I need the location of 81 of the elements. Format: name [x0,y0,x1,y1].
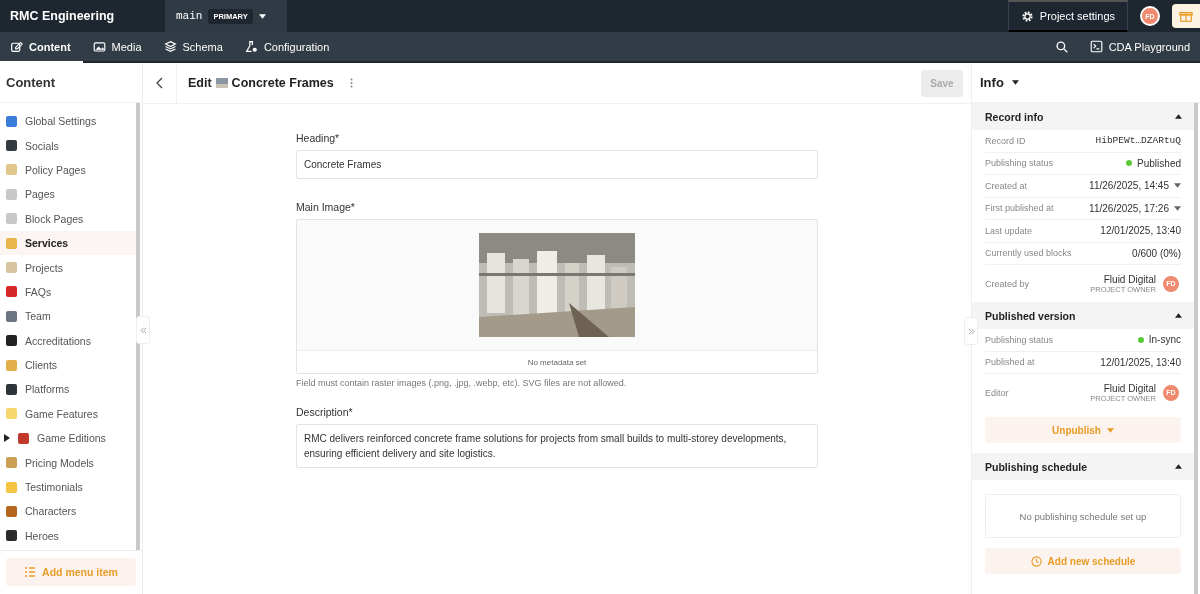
edit-icon [10,40,23,53]
status-text: In-sync [1148,334,1181,346]
row-label: Last update [985,225,1033,236]
section-header[interactable]: Publishing schedule [972,453,1194,480]
project-name: RMC Engineering [9,8,116,25]
caret-icon [1175,313,1182,318]
nav-tab[interactable]: Schema [153,32,235,63]
sidebar-item[interactable]: Team [0,304,136,329]
sidebar-item[interactable]: Socials [0,133,136,158]
layers-icon [163,40,177,53]
field-label: Heading* [296,132,341,144]
section-header[interactable]: Published version [972,302,1194,329]
caret-icon [1175,464,1182,469]
sidebar-item[interactable]: Services [0,230,136,256]
sidebar-title: Content [0,63,142,103]
settings-icon [1020,9,1034,23]
cda-playground-button[interactable]: CDA Playground [1079,32,1200,61]
image-icon [92,40,106,53]
list-icon [24,566,37,578]
gift-icon[interactable] [1172,4,1200,28]
sidebar-item[interactable]: Policy Pages [0,157,136,183]
metadata-caption: No metadata set [297,350,817,373]
caret-icon [1174,183,1181,189]
row-label: Published at [985,357,1035,368]
row-label: Created at [985,180,1028,191]
terminal-icon [1089,40,1103,53]
field-hint: Field must contain raster images (.png, .jpg, .webp, etc). SVG files are not allowed. [296,378,628,388]
record-title: Concrete Frames [231,76,334,90]
caret-icon [258,13,266,19]
sidebar-item[interactable]: Block Pages [0,206,136,231]
row-value: 12/01/2025, 13:40 [1100,225,1181,237]
status-text: Published [1137,157,1181,169]
caret-icon [1011,80,1019,85]
collapse-icon[interactable] [136,316,150,344]
sidebar-item[interactable]: Heroes [0,523,136,549]
sidebar-item[interactable]: Projects [0,255,136,280]
row-label: First published at [985,203,1054,214]
date-dropdown[interactable]: 11/26/2025, 14:45 [1089,180,1181,192]
description-field[interactable]: RMC delivers reinforced concrete frame solutions for projects from small builds to multi-storey developments, ensuring efficient delivery and site logistics. [296,424,818,468]
expand-icon[interactable] [964,317,978,345]
sidebar-item[interactable]: Platforms [0,377,136,402]
caret-icon[interactable] [4,434,10,443]
sidebar-item[interactable]: Testimonials [0,474,136,500]
sidebar-item[interactable]: Clients [0,352,136,378]
caret-icon [1175,114,1182,119]
date-dropdown[interactable]: 11/26/2025, 17:26 [1089,202,1181,214]
sidebar-item[interactable]: Accreditations [0,328,136,353]
field-label: Main Image* [296,201,356,213]
row-label: Created by [985,278,1030,289]
row-label: Publishing status [985,158,1054,169]
field-label: Description* [296,406,354,418]
project-settings-button[interactable]: Project settings [1007,0,1128,32]
row-value: 12/01/2025, 13:40 [1100,356,1181,368]
flask-icon [244,40,258,53]
row-label: Record ID [985,135,1026,146]
sidebar-item[interactable]: Game Features [0,401,136,427]
more-icon[interactable] [349,78,353,88]
image-icon [215,78,228,88]
row-label: Currently used blocks [985,248,1072,259]
section-header[interactable]: Record info [972,103,1194,130]
nav-tab[interactable]: Configuration [234,32,342,63]
sidebar-item[interactable]: Game Editions [0,426,136,451]
clock-icon [1030,555,1042,567]
user-name: Fluid Digital [1102,273,1156,285]
caret-icon [1106,427,1114,433]
nav-tab[interactable]: Media [82,32,154,63]
user-name: Fluid Digital [1102,382,1156,394]
sidebar-item[interactable]: Characters [0,499,136,524]
sidebar-item[interactable]: Pricing Models [0,450,136,475]
row-value: 0/600 (0%) [1132,247,1181,259]
empty-schedule-message: No publishing schedule set up [985,494,1181,538]
caret-icon [1174,205,1181,211]
edit-label: Edit [188,76,212,90]
row-label: Publishing status [985,334,1054,345]
row-label: Editor [985,387,1009,398]
heading-field[interactable]: Concrete Frames [296,150,818,179]
sidebar-item[interactable]: Pages [0,182,136,207]
sidebar-item[interactable]: Global Settings [0,109,136,134]
nav-tab[interactable]: Content [0,32,83,63]
record-id: HibPEWt…DZARtuQ [1095,135,1181,147]
sidebar-item[interactable]: FAQs [0,279,136,305]
